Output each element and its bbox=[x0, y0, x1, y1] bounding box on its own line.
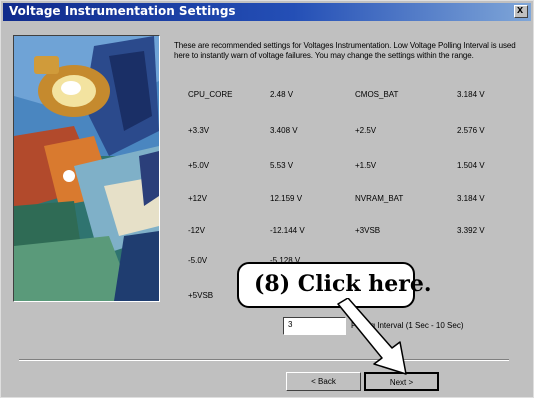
voltage-settings-dialog: Voltage Instrumentation Settings x These… bbox=[0, 0, 534, 398]
wizard-illustration bbox=[13, 35, 160, 302]
voltage-label-nvram-bat: NVRAM_BAT bbox=[355, 194, 404, 203]
voltage-value-1v5: 1.504 V bbox=[457, 161, 485, 170]
voltage-label-5vsb: +5VSB bbox=[188, 291, 214, 300]
voltage-value-3v3: 3.408 V bbox=[270, 126, 298, 135]
voltage-label-neg-5v: -5.0V bbox=[188, 256, 208, 265]
callout-text: (8) Click here. bbox=[254, 271, 432, 297]
voltage-label-2v5: +2.5V bbox=[355, 126, 377, 135]
voltage-value-12v: 12.159 V bbox=[270, 194, 303, 203]
voltage-value-nvram-bat: 3.184 V bbox=[457, 194, 485, 203]
voltage-value-neg-12v: -12.144 V bbox=[270, 226, 305, 235]
voltage-label-12v: +12V bbox=[188, 194, 207, 203]
illustration-graphic bbox=[14, 36, 159, 301]
button-divider bbox=[19, 359, 509, 361]
voltage-label-neg-12v: -12V bbox=[188, 226, 205, 235]
voltage-value-5v: 5.53 V bbox=[270, 161, 294, 170]
voltage-label-cpu-core: CPU_CORE bbox=[188, 90, 233, 99]
voltage-label-3vsb: +3VSB bbox=[355, 226, 381, 235]
description-text: These are recommended settings for Volta… bbox=[174, 41, 516, 60]
pointer-arrow-icon bbox=[337, 298, 407, 375]
voltage-label-3v3: +3.3V bbox=[188, 126, 210, 135]
voltage-value-3vsb: 3.392 V bbox=[457, 226, 485, 235]
close-icon: x bbox=[517, 4, 524, 16]
voltage-label-5v: +5.0V bbox=[188, 161, 210, 170]
title-bar: Voltage Instrumentation Settings x bbox=[3, 3, 531, 21]
voltage-value-2v5: 2.576 V bbox=[457, 126, 485, 135]
close-button[interactable]: x bbox=[514, 4, 528, 18]
voltage-label-cmos-bat: CMOS_BAT bbox=[355, 90, 399, 99]
window-title: Voltage Instrumentation Settings bbox=[9, 4, 236, 18]
voltage-value-cpu-core: 2.48 V bbox=[270, 90, 294, 99]
voltage-value-cmos-bat: 3.184 V bbox=[457, 90, 485, 99]
voltage-label-1v5: +1.5V bbox=[355, 161, 377, 170]
